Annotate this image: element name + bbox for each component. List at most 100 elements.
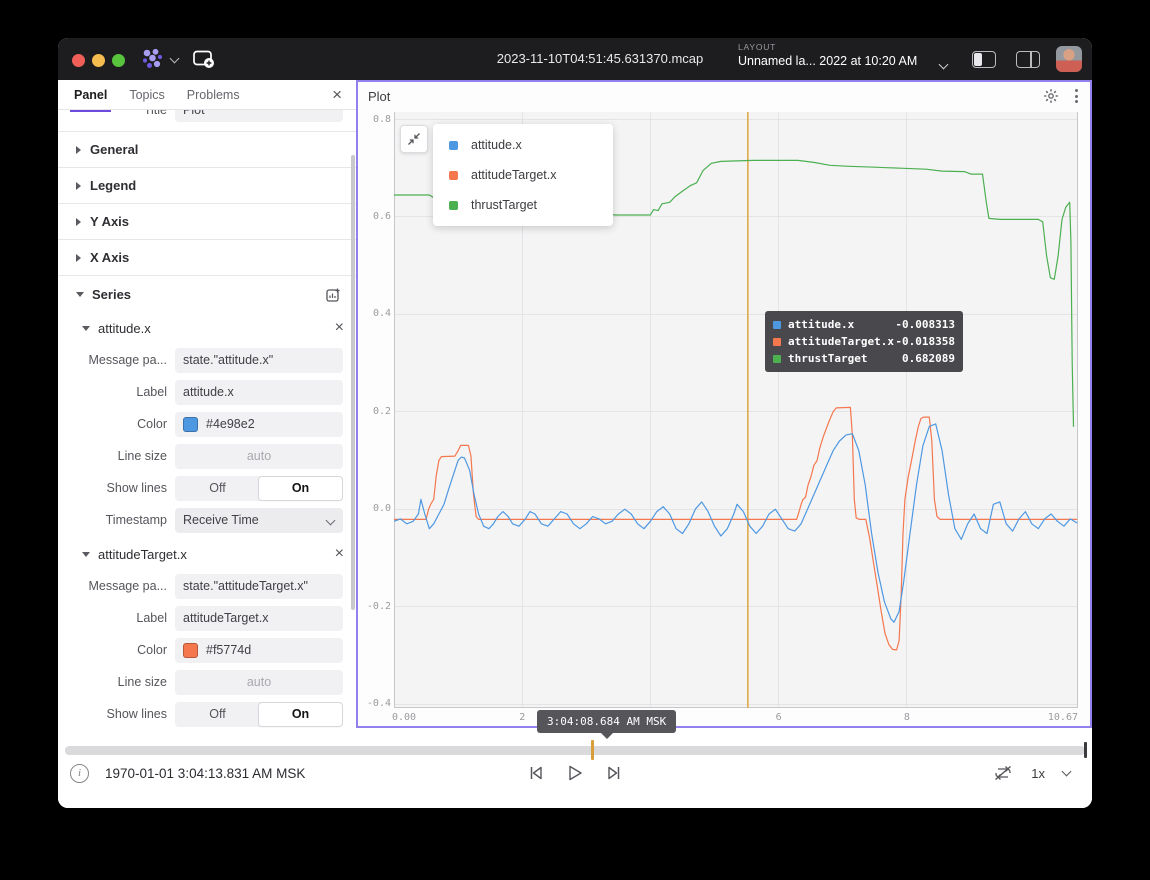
section-legend[interactable]: Legend <box>58 168 356 204</box>
chevron-down-icon <box>326 515 336 525</box>
playback-controls: i 1970-01-01 3:04:13.831 AM MSK <box>58 756 1092 790</box>
field-label: Timestamp <box>58 513 175 527</box>
section-label: X Axis <box>90 250 129 265</box>
section-label: Legend <box>90 178 136 193</box>
kebab-menu-icon[interactable] <box>1073 87 1080 105</box>
plot-panel-title: Plot <box>368 89 390 104</box>
legend-label: thrustTarget <box>471 198 537 212</box>
maximize-window-button[interactable] <box>112 54 125 67</box>
caret-down-icon <box>82 326 90 331</box>
show-lines-off-button[interactable]: Off <box>176 477 259 500</box>
tooltip-row: attitudeTarget.x -0.018358 <box>773 333 955 350</box>
y-tick-label: 0.2 <box>358 406 391 417</box>
show-lines-off-button[interactable]: Off <box>176 703 259 726</box>
field-color: Color #4e98e2 <box>58 408 356 440</box>
show-lines-on-button[interactable]: On <box>259 703 342 726</box>
section-general[interactable]: General <box>58 132 356 168</box>
tooltip-label: thrustTarget <box>788 352 867 365</box>
app-menu-chevron-icon[interactable] <box>170 54 180 64</box>
close-sidebar-icon[interactable]: × <box>328 84 346 105</box>
field-show-lines: Show lines Off On <box>58 698 356 728</box>
data-source-title[interactable]: 2023-11-10T04:51:45.631370.mcap <box>497 51 703 66</box>
user-avatar[interactable] <box>1056 46 1082 72</box>
line-size-input[interactable]: auto <box>175 670 343 695</box>
show-lines-toggle: Off On <box>175 702 343 727</box>
show-lines-on-button[interactable]: On <box>259 477 342 500</box>
remove-series-icon[interactable]: × <box>335 545 344 563</box>
legend-item[interactable]: attitude.x <box>433 130 613 160</box>
legend-swatch <box>449 201 458 210</box>
label-input[interactable]: attitude.x <box>175 380 343 405</box>
caret-right-icon <box>76 254 81 262</box>
plot-legend: attitude.x attitudeTarget.x thrustTarget <box>433 124 613 226</box>
y-tick-label: 0.6 <box>358 211 391 222</box>
titlebar: 2023-11-10T04:51:45.631370.mcap LAYOUT U… <box>58 38 1092 80</box>
line-size-input[interactable]: auto <box>175 444 343 469</box>
remove-series-icon[interactable]: × <box>335 319 344 337</box>
loop-off-icon[interactable] <box>993 764 1013 782</box>
seek-backward-button[interactable] <box>526 764 546 782</box>
caret-right-icon <box>76 146 81 154</box>
legend-item[interactable]: attitudeTarget.x <box>433 160 613 190</box>
title-input[interactable]: Plot <box>175 110 343 122</box>
add-panel-button[interactable] <box>192 48 216 70</box>
title-field-row: Title Plot <box>58 110 356 132</box>
panel-settings-sidebar: Panel Topics Problems × Title Plot Gener… <box>58 80 356 728</box>
main-content: Panel Topics Problems × Title Plot Gener… <box>58 80 1092 728</box>
y-tick-label: 0.4 <box>358 308 391 319</box>
current-timestamp: 1970-01-01 3:04:13.831 AM MSK <box>105 766 305 781</box>
caret-right-icon <box>76 182 81 190</box>
sidebar-scrollbar[interactable] <box>351 155 355 610</box>
playback-speed-value[interactable]: 1x <box>1031 766 1045 781</box>
series-header-attitude-target-x[interactable]: attitudeTarget.x × <box>58 538 356 570</box>
left-sidebar-toggle-button[interactable] <box>972 51 996 68</box>
section-x-axis[interactable]: X Axis <box>58 240 356 276</box>
hover-values-tooltip: attitude.x -0.008313 attitudeTarget.x -0… <box>765 311 963 372</box>
scrubber-hover-tooltip: 3:04:08.684 AM MSK <box>537 710 676 733</box>
info-icon[interactable]: i <box>70 764 89 783</box>
seek-forward-button[interactable] <box>604 764 624 782</box>
tooltip-swatch <box>773 321 781 329</box>
show-lines-toggle: Off On <box>175 476 343 501</box>
settings-scroll-area: Title Plot General Legend Y Axis <box>58 110 356 728</box>
field-message-path: Message pa... state."attitude.x" <box>58 344 356 376</box>
series-header-attitude-x[interactable]: attitude.x × <box>58 312 356 344</box>
field-message-path: Message pa... state."attitudeTarget.x" <box>58 570 356 602</box>
plot-panel[interactable]: Plot 0.80.60.40.20.0-0.2-0.4 0.00246810.… <box>356 80 1092 728</box>
color-input[interactable]: #f5774d <box>175 638 343 663</box>
gear-icon[interactable] <box>1043 88 1059 104</box>
layout-menu[interactable]: LAYOUT Unnamed la... 2022 at 10:20 AM <box>738 42 917 68</box>
tooltip-label: attitudeTarget.x <box>788 335 894 348</box>
tab-panel[interactable]: Panel <box>68 82 113 108</box>
x-tick-label: 0.00 <box>392 712 416 723</box>
chevron-down-icon[interactable] <box>1062 767 1072 777</box>
timeline-scrubber[interactable] <box>65 746 1085 755</box>
legend-item[interactable]: thrustTarget <box>433 190 613 220</box>
field-label: Color <box>58 417 175 431</box>
tab-topics[interactable]: Topics <box>123 82 170 108</box>
field-color: Color #f5774d <box>58 634 356 666</box>
message-path-input[interactable]: state."attitude.x" <box>175 348 343 373</box>
color-input[interactable]: #4e98e2 <box>175 412 343 437</box>
field-label: Message pa... <box>58 579 175 593</box>
play-button[interactable] <box>566 764 584 782</box>
section-y-axis[interactable]: Y Axis <box>58 204 356 240</box>
section-series[interactable]: Series <box>58 276 356 312</box>
label-input[interactable]: attitudeTarget.x <box>175 606 343 631</box>
color-swatch[interactable] <box>183 643 198 658</box>
field-line-size: Line size auto <box>58 440 356 472</box>
layout-label: LAYOUT <box>738 42 917 52</box>
close-window-button[interactable] <box>72 54 85 67</box>
section-label: Series <box>92 287 131 302</box>
foxglove-logo-icon <box>135 47 169 71</box>
collapse-legend-button[interactable] <box>400 125 428 153</box>
tab-problems[interactable]: Problems <box>181 82 246 108</box>
minimize-window-button[interactable] <box>92 54 105 67</box>
add-series-icon[interactable] <box>325 286 342 303</box>
message-path-input[interactable]: state."attitudeTarget.x" <box>175 574 343 599</box>
x-tick-label: 8 <box>904 712 910 723</box>
right-sidebar-toggle-button[interactable] <box>1016 51 1040 68</box>
field-label: Color <box>58 643 175 657</box>
color-swatch[interactable] <box>183 417 198 432</box>
timestamp-select[interactable]: Receive Time <box>175 508 343 533</box>
